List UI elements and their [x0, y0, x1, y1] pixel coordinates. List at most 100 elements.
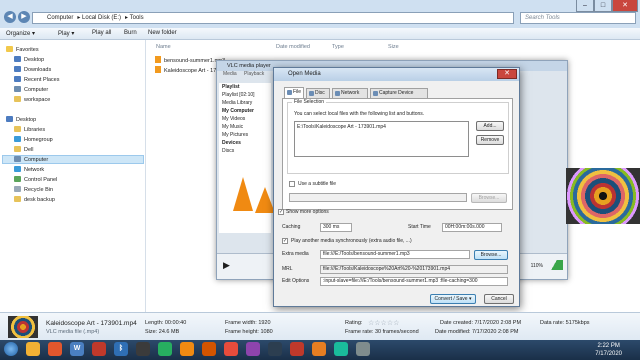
- app-taskbar-icon[interactable]: [224, 342, 238, 356]
- detail-length: Length: 00:00:40: [145, 320, 187, 326]
- maximize-button[interactable]: □: [594, 0, 612, 12]
- cancel-button[interactable]: Cancel: [484, 294, 514, 304]
- app-taskbar-icon[interactable]: [268, 342, 282, 356]
- dialog-title: Open Media: [274, 68, 519, 81]
- app-taskbar-icon[interactable]: [202, 342, 216, 356]
- tree-favorites[interactable]: Favorites: [6, 46, 39, 55]
- vlc-sidebar-devices: Devices: [222, 140, 241, 146]
- start-time-input[interactable]: 00H:00m:00s.000: [442, 223, 502, 232]
- app-taskbar-icon[interactable]: [158, 342, 172, 356]
- back-icon[interactable]: ◀: [4, 11, 16, 23]
- vlc-playlist-header: Playlist: [222, 84, 240, 90]
- tree-item-network[interactable]: Network: [14, 166, 44, 175]
- tab-disc[interactable]: Disc: [306, 88, 330, 98]
- column-date-modified[interactable]: Date modified: [276, 44, 310, 50]
- address-bar[interactable]: Computer ▸ Local Disk (E:) ▸ Tools: [32, 12, 514, 24]
- tree-item-libraries[interactable]: Libraries: [14, 126, 45, 135]
- burn-button[interactable]: Burn: [124, 30, 137, 36]
- tree-item-computer-selected[interactable]: Computer: [2, 155, 144, 164]
- chevron-down-icon[interactable]: ▾: [469, 296, 472, 302]
- extra-media-input[interactable]: file:///E:/Tools/bensound-summer1.mp3: [320, 250, 470, 259]
- file-selection-legend: File Selection: [292, 99, 327, 105]
- vlc-menu-playback[interactable]: Playback: [244, 71, 264, 77]
- caching-spinbox[interactable]: 300 ms: [320, 223, 352, 232]
- detail-data-rate: Data rate: 5175kbps: [540, 320, 590, 326]
- dialog-close-button[interactable]: ✕: [497, 69, 517, 79]
- extra-media-label: Extra media: [282, 251, 309, 257]
- column-size[interactable]: Size: [388, 44, 399, 50]
- subtitle-browse-button: Browse...: [471, 193, 507, 203]
- minimize-button[interactable]: –: [576, 0, 594, 12]
- tree-item-computer[interactable]: Computer: [14, 86, 48, 95]
- extra-media-browse-button[interactable]: Browse...: [474, 250, 508, 260]
- tree-desktop[interactable]: Desktop: [6, 116, 36, 125]
- play-button[interactable]: Play ▾: [58, 30, 74, 37]
- tree-item-recent-places[interactable]: Recent Places: [14, 76, 59, 85]
- column-type[interactable]: Type: [332, 44, 344, 50]
- forward-icon[interactable]: ▶: [18, 11, 30, 23]
- show-more-options-checkbox[interactable]: ✓: [278, 209, 284, 215]
- word-taskbar-icon[interactable]: W: [70, 342, 84, 356]
- edit-options-input[interactable]: :input-slave=file:///E:/Tools/bensound-s…: [320, 277, 508, 286]
- tree-item-desktop[interactable]: Desktop: [14, 56, 44, 65]
- new-folder-button[interactable]: New folder: [148, 30, 177, 36]
- open-media-dialog: Open Media ✕ File Disc Network Capture D…: [273, 67, 520, 307]
- command-bar: Organize ▾ Play ▾ Play all Burn New fold…: [0, 28, 640, 40]
- chrome-taskbar-icon[interactable]: [48, 342, 62, 356]
- file-row[interactable]: Kaleidoscope Art - 17: [155, 66, 216, 75]
- add-button[interactable]: Add...: [476, 121, 504, 131]
- app-taskbar-icon[interactable]: [356, 342, 370, 356]
- file-row[interactable]: bensound-summer1.mp3: [155, 56, 225, 65]
- tree-item-recycle-bin[interactable]: Recycle Bin: [14, 186, 53, 195]
- tab-capture-device[interactable]: Capture Device: [370, 88, 428, 98]
- tab-file[interactable]: File: [284, 87, 304, 98]
- app-taskbar-icon[interactable]: [290, 342, 304, 356]
- start-button[interactable]: [4, 342, 18, 356]
- taskbar-clock[interactable]: 2:22 PM 7/17/2020: [595, 342, 622, 358]
- file-selection-group: File Selection You can select local file…: [287, 99, 509, 174]
- tree-item-downloads[interactable]: Downloads: [14, 66, 51, 75]
- close-button[interactable]: ✕: [612, 0, 638, 12]
- volume-level: 110%: [530, 263, 543, 269]
- vlc-sidebar-discs[interactable]: Discs: [219, 147, 271, 155]
- vlc-sidebar-media-library[interactable]: Media Library: [219, 99, 271, 107]
- tree-item-workspace[interactable]: workspace: [14, 96, 50, 105]
- file-list[interactable]: E:\Tools\Kaleidoscope Art - 173901.mp4: [294, 121, 469, 157]
- app-taskbar-icon[interactable]: [334, 342, 348, 356]
- breadcrumb-computer[interactable]: Computer: [47, 15, 73, 21]
- play-all-button[interactable]: Play all: [92, 30, 111, 36]
- tree-item-control-panel[interactable]: Control Panel: [14, 176, 57, 185]
- bluetooth-taskbar-icon[interactable]: ᛒ: [114, 342, 128, 356]
- rating-stars[interactable]: ☆☆☆☆☆: [368, 319, 399, 327]
- vlc-sidebar-my-pictures[interactable]: My Pictures: [219, 131, 271, 139]
- detail-date-created: Date created: 7/17/2020 2:08 PM: [440, 320, 522, 326]
- file-list-item[interactable]: E:\Tools\Kaleidoscope Art - 173901.mp4: [297, 124, 466, 130]
- breadcrumb-tools[interactable]: Tools: [130, 15, 144, 21]
- volume-slider[interactable]: [545, 260, 563, 270]
- tree-item-desk-backup[interactable]: desk backup: [14, 196, 55, 205]
- breadcrumb-local-disk[interactable]: Local Disk (E:): [82, 15, 121, 21]
- pdf-taskbar-icon[interactable]: [92, 342, 106, 356]
- remove-button[interactable]: Remove: [476, 135, 504, 145]
- play-another-media-checkbox[interactable]: ✓: [282, 238, 288, 244]
- search-input[interactable]: Search Tools: [520, 12, 636, 24]
- convert-save-button[interactable]: Convert / Save ▾: [430, 294, 476, 304]
- tab-network[interactable]: Network: [332, 88, 368, 98]
- organize-button[interactable]: Organize ▾: [6, 30, 35, 37]
- explorer-taskbar-icon[interactable]: [26, 342, 40, 356]
- use-subtitle-checkbox[interactable]: [289, 181, 295, 187]
- play-icon[interactable]: ▶: [223, 260, 230, 271]
- vlc-sidebar-my-music[interactable]: My Music: [219, 123, 271, 131]
- caching-label: Caching: [282, 224, 301, 230]
- app-taskbar-icon[interactable]: [312, 342, 326, 356]
- vlc-sidebar-my-videos[interactable]: My Videos: [219, 115, 271, 123]
- vlc-taskbar-icon[interactable]: [180, 342, 194, 356]
- detail-frame-width: Frame width: 1920: [225, 320, 271, 326]
- vlc-sidebar-playlist[interactable]: Playlist [02:10]: [219, 91, 271, 99]
- app-taskbar-icon[interactable]: [246, 342, 260, 356]
- vlc-menu-media[interactable]: Media: [223, 71, 237, 77]
- tree-item-dell[interactable]: Dell: [14, 146, 33, 155]
- column-name[interactable]: Name: [156, 44, 171, 50]
- app-taskbar-icon[interactable]: [136, 342, 150, 356]
- tree-item-homegroup[interactable]: Homegroup: [14, 136, 53, 145]
